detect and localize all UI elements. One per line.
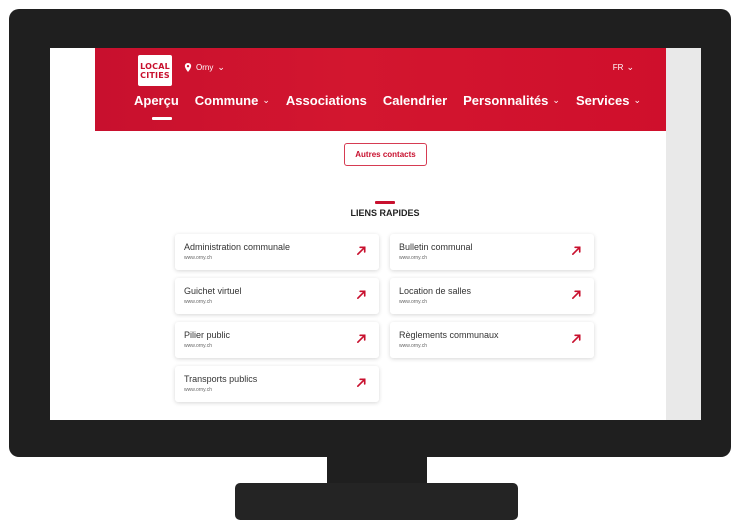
quick-link-card[interactable]: Pilier public www.orny.ch — [175, 322, 379, 358]
arrow-up-right-icon — [572, 334, 581, 343]
quick-link-title: Location de salles — [399, 286, 472, 296]
quick-link-card[interactable]: Location de salles www.orny.ch — [390, 278, 594, 314]
quick-link-title: Règlements communaux — [399, 330, 499, 340]
nav-label: Calendrier — [382, 93, 448, 108]
quick-link-card[interactable]: Administration communale www.orny.ch — [175, 234, 379, 270]
section-accent — [375, 201, 395, 204]
monitor-neck — [327, 455, 427, 486]
nav-associations[interactable]: Associations — [286, 93, 367, 108]
chevron-down-icon: ⌄ — [217, 62, 225, 72]
quick-link-url: www.orny.ch — [184, 387, 212, 393]
arrow-up-right-icon — [572, 246, 581, 255]
language-selector[interactable]: FR ⌄ — [613, 62, 634, 73]
quick-link-url: www.orny.ch — [184, 343, 212, 349]
autres-contacts-button[interactable]: Autres contacts — [344, 143, 427, 166]
arrow-up-right-icon — [572, 290, 581, 299]
logo-line-2: CITIES — [140, 70, 170, 80]
logo-line-1: LOCAL — [140, 61, 170, 71]
chevron-down-icon: ⌄ — [626, 62, 634, 72]
quick-link-title: Transports publics — [184, 374, 258, 384]
quick-link-card[interactable]: Transports publics www.orny.ch — [175, 366, 379, 402]
screen: LOCAL CITIES Orny ⌄ FR ⌄ Aperçu Commune ⌄… — [50, 48, 701, 420]
quick-link-card[interactable]: Règlements communaux www.orny.ch — [390, 322, 594, 358]
main-nav: Aperçu Commune ⌄ Associations Calendrier … — [134, 93, 641, 108]
quick-link-title: Administration communale — [184, 242, 291, 252]
pin-icon — [184, 63, 192, 72]
quick-link-url: www.orny.ch — [399, 343, 427, 349]
nav-calendrier[interactable]: Calendrier — [383, 93, 447, 108]
nav-label: Commune — [194, 93, 259, 108]
location-selector[interactable]: Orny ⌄ — [184, 62, 225, 73]
quick-link-title: Guichet virtuel — [184, 286, 242, 296]
nav-commune[interactable]: Commune ⌄ — [195, 93, 270, 108]
nav-personnalites[interactable]: Personnalités ⌄ — [463, 93, 560, 108]
quick-link-title: Pilier public — [184, 330, 231, 340]
active-nav-indicator — [152, 117, 172, 120]
language-label: FR — [612, 63, 624, 72]
arrow-up-right-icon — [357, 334, 366, 343]
quick-link-url: www.orny.ch — [184, 255, 212, 261]
monitor-mockup: LOCAL CITIES Orny ⌄ FR ⌄ Aperçu Commune ⌄… — [0, 0, 735, 524]
nav-services[interactable]: Services ⌄ — [576, 93, 641, 108]
chevron-down-icon: ⌄ — [262, 95, 270, 105]
arrow-up-right-icon — [357, 246, 366, 255]
site-header: LOCAL CITIES Orny ⌄ FR ⌄ Aperçu Commune ⌄… — [95, 48, 666, 131]
arrow-up-right-icon — [357, 290, 366, 299]
quick-link-url: www.orny.ch — [399, 255, 427, 261]
nav-label: Associations — [285, 93, 367, 108]
chevron-down-icon: ⌄ — [633, 95, 641, 105]
nav-label: Aperçu — [134, 93, 179, 108]
quick-link-card[interactable]: Bulletin communal www.orny.ch — [390, 234, 594, 270]
quick-link-url: www.orny.ch — [184, 299, 212, 305]
logo[interactable]: LOCAL CITIES — [138, 55, 172, 86]
section-title: LIENS RAPIDES — [350, 208, 420, 218]
nav-label: Services — [575, 93, 630, 108]
quick-link-card[interactable]: Guichet virtuel www.orny.ch — [175, 278, 379, 314]
quick-link-url: www.orny.ch — [399, 299, 427, 305]
scrollbar-track[interactable] — [666, 48, 701, 420]
chevron-down-icon: ⌄ — [552, 95, 560, 105]
nav-label: Personnalités — [463, 93, 549, 108]
nav-apercu[interactable]: Aperçu — [134, 93, 179, 108]
location-label: Orny — [196, 63, 214, 72]
arrow-up-right-icon — [357, 378, 366, 387]
monitor-base — [235, 483, 518, 520]
quick-link-title: Bulletin communal — [399, 242, 473, 252]
